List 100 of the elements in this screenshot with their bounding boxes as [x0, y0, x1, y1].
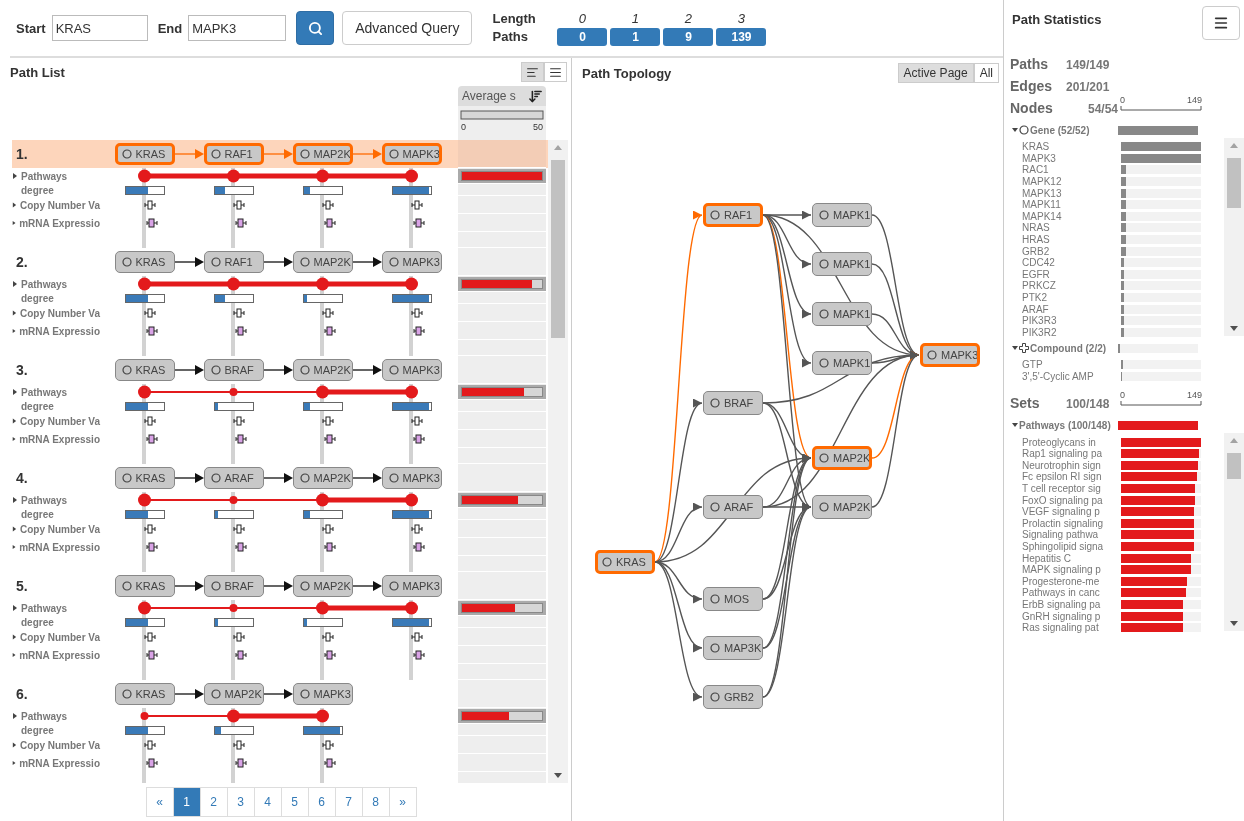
page-button[interactable]: « — [145, 787, 174, 818]
caret-icon[interactable] — [12, 652, 17, 659]
caret-icon[interactable] — [12, 281, 18, 288]
path-count-badge[interactable]: 9 — [663, 27, 714, 46]
caret-icon[interactable] — [12, 328, 17, 335]
graph-node[interactable]: KRAS — [595, 550, 655, 574]
stat-item-label[interactable]: Prolactin signaling — [1022, 517, 1121, 529]
gene-node[interactable]: KRAS — [114, 251, 175, 274]
gene-node[interactable]: RAF1 — [203, 251, 264, 274]
stat-item-label[interactable]: HRAS — [1022, 234, 1121, 246]
advanced-query-button[interactable]: Advanced Query — [342, 11, 473, 45]
stat-item-label[interactable]: Pathways in canc — [1022, 587, 1121, 599]
page-button[interactable]: » — [388, 787, 417, 818]
page-button[interactable]: 7 — [334, 787, 363, 818]
stat-item-label[interactable]: PRKCZ — [1022, 280, 1121, 292]
caret-icon[interactable] — [12, 634, 17, 641]
gene-node[interactable]: ARAF — [203, 467, 264, 490]
caret-icon[interactable] — [12, 742, 17, 749]
scrollbar[interactable] — [1224, 138, 1244, 336]
stat-item-label[interactable]: EGFR — [1022, 268, 1121, 280]
gene-node[interactable]: MAPK3 — [381, 251, 442, 274]
group-label[interactable]: Gene (52/52) — [1030, 124, 1090, 136]
stat-item-label[interactable]: PIK3R2 — [1022, 326, 1121, 338]
stat-item-label[interactable]: VEGF signaling p — [1022, 506, 1121, 518]
gene-node[interactable]: BRAF — [203, 575, 264, 598]
page-button[interactable]: 4 — [253, 787, 282, 818]
stat-item-label[interactable]: Rap1 signaling pa — [1022, 448, 1121, 460]
stat-item-label[interactable]: NRAS — [1022, 222, 1121, 234]
gene-node[interactable]: MAP2K — [203, 683, 264, 706]
gene-node[interactable]: MAPK3 — [381, 467, 442, 490]
page-button[interactable]: 3 — [226, 787, 255, 818]
stat-item-label[interactable]: PTK2 — [1022, 292, 1121, 303]
scrollbar[interactable] — [1224, 433, 1244, 632]
group-label[interactable]: Compound (2/2) — [1030, 342, 1107, 354]
path-row-highlight[interactable]: 2. KRAS RAF1 MAP2K MAPK3 — [12, 248, 548, 277]
caret-icon[interactable] — [12, 605, 18, 612]
gene-node[interactable]: KRAS — [114, 143, 175, 166]
caret-icon[interactable] — [12, 310, 17, 317]
caret-icon[interactable] — [12, 220, 17, 227]
gene-node[interactable]: MAPK3 — [381, 359, 442, 382]
stat-item-label[interactable]: Progesterone-me — [1022, 575, 1121, 587]
graph-node[interactable]: MAP3K — [703, 636, 763, 660]
stat-item-label[interactable]: MAPK14 — [1022, 210, 1121, 222]
graph-node[interactable]: BRAF — [703, 391, 763, 415]
caret-icon[interactable] — [12, 526, 17, 533]
graph-node[interactable]: RAF1 — [703, 203, 763, 227]
stat-item-label[interactable]: Fc epsilon RI sign — [1022, 471, 1121, 483]
gene-node[interactable]: MAPK3 — [292, 683, 353, 706]
scope-toggle[interactable]: All — [973, 63, 999, 83]
start-field[interactable]: KRAS — [51, 15, 148, 41]
page-button[interactable]: 1 — [172, 787, 201, 818]
stat-item-label[interactable]: GRB2 — [1022, 245, 1121, 257]
stat-item-label[interactable]: GTP — [1022, 359, 1121, 371]
gene-node[interactable]: MAP2K — [292, 467, 353, 490]
search-button[interactable] — [296, 11, 335, 45]
caret-icon[interactable] — [1012, 127, 1018, 133]
caret-icon[interactable] — [12, 202, 17, 209]
page-button[interactable]: 8 — [361, 787, 390, 818]
stat-item-label[interactable]: MAPK signaling p — [1022, 564, 1121, 576]
gene-node[interactable]: KRAS — [114, 467, 175, 490]
caret-icon[interactable] — [1012, 422, 1018, 429]
stat-item-label[interactable]: Ras signaling pat — [1022, 622, 1121, 634]
graph-node[interactable]: ARAF — [703, 495, 763, 519]
caret-icon[interactable] — [12, 418, 17, 425]
graph-node[interactable]: MAPK1 — [812, 351, 872, 375]
graph-node[interactable]: MAPK1 — [812, 252, 872, 276]
path-count-badge[interactable]: 0 — [557, 27, 608, 46]
graph-node[interactable]: GRB2 — [703, 685, 763, 709]
stat-item-label[interactable]: MAPK13 — [1022, 187, 1121, 199]
stat-item-label[interactable]: MAPK11 — [1022, 199, 1121, 211]
stat-item-label[interactable]: MAPK3 — [1022, 152, 1121, 164]
caret-icon[interactable] — [12, 389, 18, 396]
menu-button[interactable] — [1202, 6, 1240, 40]
scrollbar[interactable] — [548, 140, 568, 784]
stat-item-label[interactable]: T cell receptor sig — [1022, 483, 1121, 495]
caret-icon[interactable] — [1012, 345, 1018, 351]
path-row-highlight[interactable]: 5. KRAS BRAF MAP2K MAPK3 — [12, 572, 548, 601]
gene-node[interactable]: KRAS — [114, 683, 175, 706]
stat-item-label[interactable]: Neurotrophin sign — [1022, 459, 1121, 471]
stat-item-label[interactable]: 3',5'-Cyclic AMP — [1022, 371, 1121, 383]
stat-item-label[interactable]: Proteoglycans in — [1022, 436, 1121, 448]
stat-item-label[interactable]: PIK3R3 — [1022, 315, 1121, 327]
stat-item-label[interactable]: KRAS — [1022, 141, 1121, 153]
graph-node[interactable]: MAPK1 — [812, 203, 872, 227]
caret-icon[interactable] — [12, 713, 18, 720]
stat-item-label[interactable]: MAPK12 — [1022, 176, 1121, 188]
path-count-badge[interactable]: 139 — [716, 27, 767, 46]
stat-item-label[interactable]: ARAF — [1022, 303, 1121, 315]
caret-icon[interactable] — [12, 760, 17, 767]
sort-header[interactable]: Average s — [458, 86, 546, 107]
caret-icon[interactable] — [12, 436, 17, 443]
gene-node[interactable]: KRAS — [114, 575, 175, 598]
path-count-badge[interactable]: 1 — [610, 27, 661, 46]
stat-item-label[interactable]: Hepatitis C — [1022, 552, 1121, 564]
page-button[interactable]: 2 — [199, 787, 228, 818]
gene-node[interactable]: RAF1 — [203, 143, 264, 166]
graph-node[interactable]: MAP2K — [812, 495, 872, 519]
stat-item-label[interactable]: RAC1 — [1022, 164, 1121, 176]
view-toggle[interactable] — [544, 62, 567, 83]
group-label[interactable]: Pathways (100/148) — [1019, 419, 1111, 431]
